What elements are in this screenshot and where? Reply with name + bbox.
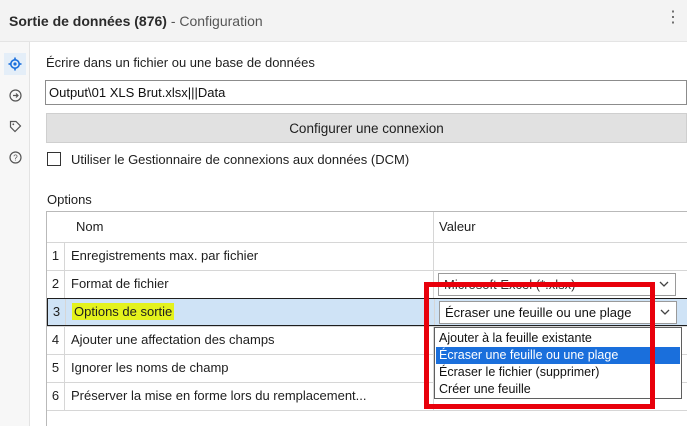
row-number: 4 xyxy=(47,327,65,354)
table-row[interactable]: 1 Enregistrements max. par fichier xyxy=(47,242,687,270)
title-bar: Sortie de données (876) - Configuration … xyxy=(0,0,687,42)
row-number: 5 xyxy=(47,355,65,382)
more-options-icon[interactable]: ⋮ xyxy=(665,10,681,26)
column-header-value: Valeur xyxy=(433,212,687,242)
row-name: Enregistrements max. par fichier xyxy=(71,248,259,263)
write-label: Écrire dans un fichier ou une base de do… xyxy=(46,55,315,70)
help-icon[interactable]: ? xyxy=(4,146,26,168)
tag-icon[interactable] xyxy=(4,115,26,137)
chevron-down-icon xyxy=(660,309,670,315)
row-number: 3 xyxy=(48,299,66,325)
row-number: 2 xyxy=(47,271,65,298)
row-name-wrap: Options de sortie xyxy=(72,299,175,320)
gear-icon[interactable] xyxy=(4,53,26,75)
dropdown-option[interactable]: Écraser le fichier (supprimer) xyxy=(436,364,680,381)
row-number: 6 xyxy=(47,383,65,410)
dropdown-option[interactable]: Ajouter à la feuille existante xyxy=(436,330,680,347)
row-name: Format de fichier xyxy=(71,276,169,291)
dropdown-option[interactable]: Créer une feuille xyxy=(436,381,680,398)
file-format-value: Microsoft Excel (*.xlsx) xyxy=(444,277,576,292)
row-value[interactable]: Écraser une feuille ou une plage xyxy=(434,299,687,325)
window-title: Sortie de données (876) - Configuration xyxy=(9,13,263,29)
output-options-select[interactable]: Écraser une feuille ou une plage xyxy=(439,301,677,324)
output-options-value: Écraser une feuille ou une plage xyxy=(445,305,632,320)
output-options-dropdown[interactable]: Ajouter à la feuille existante Écraser u… xyxy=(434,327,682,399)
options-section-label: Options xyxy=(47,192,92,207)
row-name: Préserver la mise en forme lors du rempl… xyxy=(71,388,367,403)
dcm-label: Utiliser le Gestionnaire de connexions a… xyxy=(71,152,410,167)
row-value[interactable] xyxy=(433,243,687,270)
dropdown-option-selected[interactable]: Écraser une feuille ou une plage xyxy=(436,347,680,364)
tool-name: Sortie de données (876) xyxy=(9,13,167,29)
table-row-selected[interactable]: 3 Options de sortie Écraser une feuille … xyxy=(47,298,687,326)
chevron-down-icon xyxy=(659,281,669,287)
svg-text:?: ? xyxy=(13,153,18,162)
table-row xyxy=(47,410,687,426)
row-name: Options de sortie xyxy=(72,303,175,320)
row-name: Ajouter une affectation des champs xyxy=(71,332,275,347)
configure-connection-button[interactable]: Configurer une connexion xyxy=(46,113,687,143)
column-header-name: Nom xyxy=(71,212,433,242)
file-format-select[interactable]: Microsoft Excel (*.xlsx) xyxy=(438,273,676,296)
row-value[interactable]: Microsoft Excel (*.xlsx) xyxy=(433,271,687,298)
dcm-checkbox[interactable] xyxy=(47,152,61,166)
row-number: 1 xyxy=(47,243,65,270)
output-path-input[interactable]: Output\01 XLS Brut.xlsx|||Data xyxy=(45,80,687,105)
left-toolbar: ? xyxy=(0,42,30,426)
arrow-circle-icon[interactable] xyxy=(4,84,26,106)
row-name: Ignorer les noms de champ xyxy=(71,360,229,375)
table-row[interactable]: 2 Format de fichier Microsoft Excel (*.x… xyxy=(47,270,687,298)
window-subtitle: - Configuration xyxy=(166,13,263,29)
